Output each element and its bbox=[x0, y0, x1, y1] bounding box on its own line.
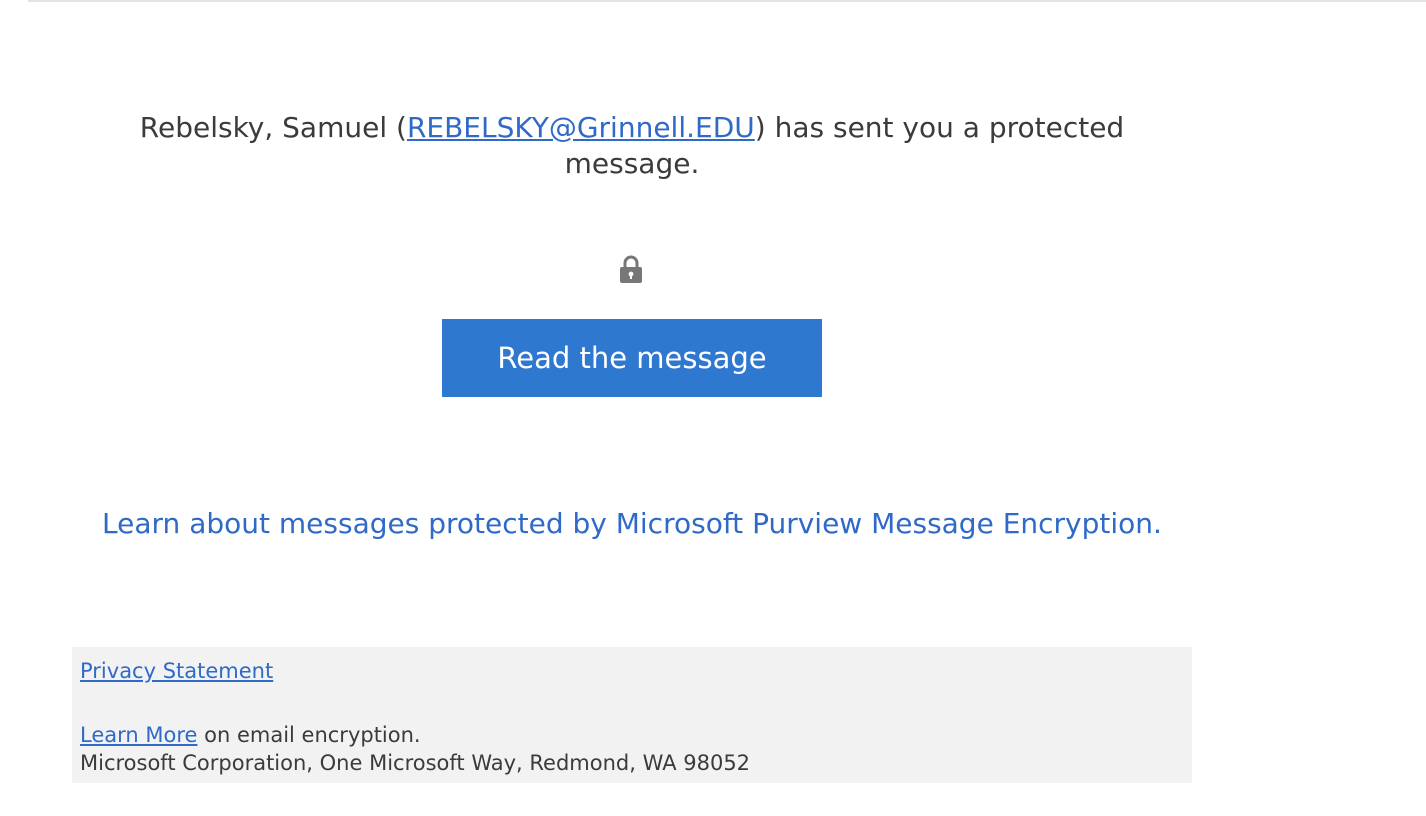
footer: Privacy Statement Learn More on email en… bbox=[72, 647, 1192, 783]
protected-message-page: Rebelsky, Samuel (REBELSKY@Grinnell.EDU)… bbox=[0, 0, 1426, 816]
read-message-button[interactable]: Read the message bbox=[442, 319, 822, 397]
microsoft-address: Microsoft Corporation, One Microsoft Way… bbox=[80, 751, 751, 775]
sender-message: Rebelsky, Samuel (REBELSKY@Grinnell.EDU)… bbox=[72, 110, 1192, 182]
learn-about-link[interactable]: Learn about messages protected by Micros… bbox=[72, 506, 1192, 542]
sender-name: Rebelsky, Samuel ( bbox=[139, 111, 407, 144]
learn-more-link[interactable]: Learn More bbox=[80, 723, 197, 747]
lock-icon bbox=[620, 255, 642, 283]
privacy-statement-row: Privacy Statement bbox=[80, 657, 273, 685]
learn-more-row: Learn More on email encryption. bbox=[80, 721, 421, 749]
privacy-statement-link[interactable]: Privacy Statement bbox=[80, 659, 273, 683]
sender-email-link[interactable]: REBELSKY@Grinnell.EDU bbox=[407, 111, 755, 144]
learn-more-suffix: on email encryption. bbox=[197, 723, 421, 747]
top-divider bbox=[28, 0, 1426, 2]
